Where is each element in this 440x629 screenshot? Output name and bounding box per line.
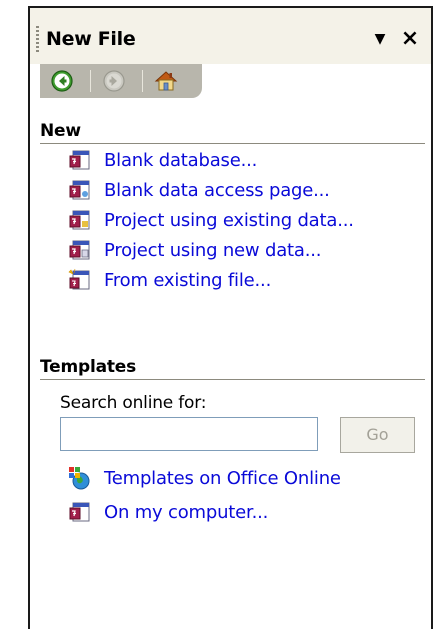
link-label: Blank data access page... (104, 179, 330, 201)
link-project-new-data[interactable]: Project using new data... (68, 235, 321, 265)
database-icon (69, 150, 90, 170)
data-access-page-icon (69, 180, 90, 200)
link-project-existing-data[interactable]: Project using existing data... (68, 205, 354, 235)
search-online-input[interactable] (60, 417, 318, 451)
new-file-task-pane: New File ▼ × New Blank database... Blank… (28, 6, 433, 629)
task-pane-title: New File (46, 28, 136, 50)
section-heading-new: New (40, 121, 425, 144)
close-button[interactable]: × (396, 27, 424, 51)
existing-file-icon (68, 268, 90, 290)
computer-templates-icon (69, 502, 90, 522)
link-blank-database[interactable]: Blank database... (68, 145, 257, 175)
back-button[interactable] (48, 67, 76, 95)
task-pane-titlebar: New File ▼ × (30, 8, 431, 64)
link-label: Templates on Office Online (104, 467, 341, 489)
link-templates-office-online[interactable]: Templates on Office Online (68, 463, 341, 493)
home-button[interactable] (152, 67, 180, 95)
nav-separator (90, 70, 91, 92)
home-icon (154, 71, 178, 91)
project-existing-icon (69, 210, 90, 230)
link-label: Project using new data... (104, 239, 322, 261)
back-arrow-icon (51, 70, 73, 92)
search-online-label: Search online for: (60, 393, 207, 413)
link-label: Blank database... (104, 149, 258, 171)
section-heading-templates: Templates (40, 357, 425, 380)
forward-button[interactable] (100, 67, 128, 95)
link-from-existing-file[interactable]: From existing file... (68, 265, 271, 295)
navigation-bar (40, 64, 202, 98)
link-blank-data-access-page[interactable]: Blank data access page... (68, 175, 330, 205)
link-label: Project using existing data... (104, 209, 354, 231)
office-online-globe-icon (69, 467, 90, 490)
link-label: From existing file... (104, 269, 272, 291)
drag-grip[interactable] (36, 26, 39, 52)
go-button[interactable]: Go (340, 417, 415, 453)
link-label: On my computer... (104, 501, 269, 523)
task-pane-menu-button[interactable]: ▼ (368, 29, 392, 49)
forward-arrow-icon (103, 70, 125, 92)
link-on-my-computer[interactable]: On my computer... (68, 497, 268, 527)
nav-separator (142, 70, 143, 92)
project-new-icon (69, 240, 90, 260)
